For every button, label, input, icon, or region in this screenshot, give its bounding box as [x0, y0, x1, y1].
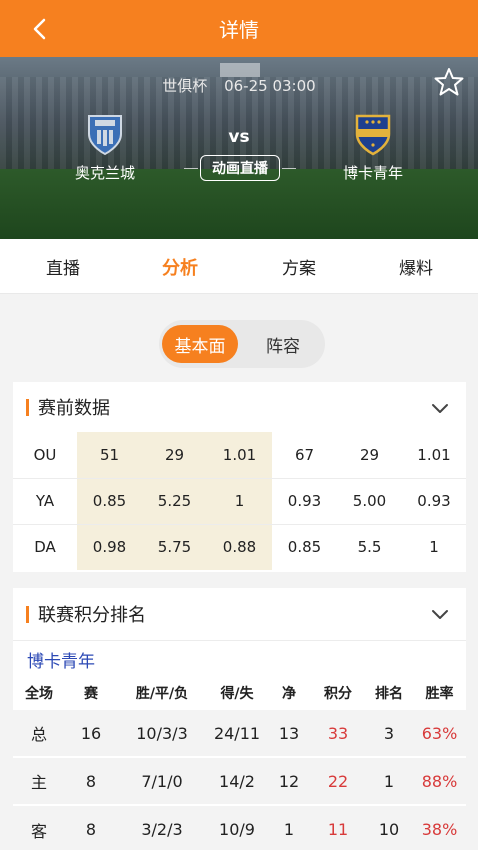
odds-cell: 0.93	[402, 477, 466, 524]
prematch-header[interactable]: 赛前数据	[13, 382, 466, 432]
odds-cell: 29	[359, 445, 380, 464]
odds-cell: 29	[142, 432, 207, 478]
section-accent-bar	[26, 605, 29, 623]
prematch-title: 赛前数据	[38, 398, 110, 419]
segment-lineup[interactable]: 阵容	[245, 325, 321, 363]
competition-name: 世俱杯	[162, 77, 208, 95]
segment-basics[interactable]: 基本面	[162, 325, 238, 363]
top-bar: 详情	[0, 0, 478, 57]
odds-cell: 1.01	[207, 432, 272, 478]
odds-cell: 1	[207, 477, 272, 524]
standings-cell: 3/2/3	[117, 804, 207, 850]
odds-cell: 5.00	[337, 477, 402, 524]
divider-right	[282, 168, 296, 169]
column-header: 得/失	[207, 678, 267, 709]
column-header: 排名	[365, 678, 413, 709]
odds-cell: 5.75	[142, 523, 207, 570]
odds-cell: 0.85	[77, 477, 142, 524]
back-icon[interactable]	[24, 14, 54, 44]
animated-live-button[interactable]: 动画直播	[200, 155, 280, 181]
odds-cell: 67	[294, 445, 315, 464]
away-team-logo-icon	[353, 112, 393, 156]
standings-cell: 13	[267, 708, 311, 757]
odds-cell: 51	[77, 432, 142, 478]
star-icon[interactable]	[434, 67, 464, 97]
odds-cell: 1	[402, 523, 466, 570]
section-accent-bar	[26, 398, 29, 416]
table-row: YA 0.85 5.25 1 0.93 5.00 0.93	[13, 477, 466, 524]
segmented-control: 基本面 阵容	[159, 320, 325, 368]
odds-cell: DA	[13, 523, 77, 570]
standings-team-name[interactable]: 博卡青年	[13, 640, 466, 678]
standings-cell: 63%	[413, 708, 466, 757]
home-team-name: 奥克兰城	[74, 164, 135, 182]
standings-cell: 8	[65, 756, 117, 805]
away-team-name: 博卡青年	[342, 164, 403, 182]
odds-cell: 5.25	[142, 477, 207, 524]
table-row: 总 16 10/3/3 24/11 13 33 3 63%	[13, 708, 466, 757]
standings-cell: 24/11	[207, 708, 267, 757]
chevron-down-icon[interactable]	[430, 398, 450, 418]
standings-cell: 总	[13, 708, 65, 757]
tab-plan[interactable]: 方案	[259, 239, 339, 294]
standings-cell: 10/3/3	[117, 708, 207, 757]
standings-cell: 14/2	[207, 756, 267, 805]
odds-cell: 0.88	[207, 523, 272, 570]
table-row: OU 51 29 1.01 67 29 1.01	[13, 432, 466, 478]
odds-cell: YA	[13, 477, 77, 524]
chevron-down-icon[interactable]	[430, 604, 450, 624]
standings-cell: 16	[65, 708, 117, 757]
standings-cell: 12	[267, 756, 311, 805]
odds-cell: OU	[33, 445, 57, 464]
standings-card: 联赛积分排名 博卡青年 全场 赛 胜/平/负 得/失 净 积分 排名 胜率 总 …	[13, 588, 466, 850]
odds-cell: 1.01	[417, 445, 451, 464]
standings-cell: 客	[13, 804, 65, 850]
standings-cell: 33	[311, 708, 365, 757]
standings-cell: 主	[13, 756, 65, 805]
standings-title: 联赛积分排名	[38, 605, 146, 626]
standings-cell: 1	[267, 804, 311, 850]
table-header-row: 全场 赛 胜/平/负 得/失 净 积分 排名 胜率	[13, 678, 466, 709]
column-header: 净	[267, 678, 311, 709]
page-title: 详情	[219, 18, 259, 42]
column-header: 胜/平/负	[117, 678, 207, 709]
standings-cell: 7/1/0	[117, 756, 207, 805]
table-row: DA 0.98 5.75 0.88 0.85 5.5 1	[13, 523, 466, 570]
odds-cell: 5.5	[337, 523, 402, 570]
standings-cell: 10/9	[207, 804, 267, 850]
column-header: 赛	[65, 678, 117, 709]
tab-bar: 直播 分析 方案 爆料	[0, 239, 478, 294]
odds-table: OU 51 29 1.01 67 29 1.01 YA 0.85 5.25 1 …	[13, 432, 466, 570]
tab-live[interactable]: 直播	[23, 239, 103, 294]
table-row: 客 8 3/2/3 10/9 1 11 10 38%	[13, 804, 466, 850]
standings-cell: 8	[65, 804, 117, 850]
match-info: 世俱杯 06-25 03:00	[0, 75, 478, 96]
standings-cell: 88%	[413, 756, 466, 805]
standings-header[interactable]: 联赛积分排名	[13, 588, 466, 640]
tab-tips[interactable]: 爆料	[376, 239, 456, 294]
standings-cell: 38%	[413, 804, 466, 850]
standings-cell: 10	[365, 804, 413, 850]
column-header: 积分	[311, 678, 365, 709]
tab-analysis[interactable]: 分析	[140, 239, 220, 294]
odds-cell: 0.98	[77, 523, 142, 570]
away-team[interactable]: 博卡青年	[318, 112, 428, 183]
table-row: 主 8 7/1/0 14/2 12 22 1 88%	[13, 756, 466, 805]
standings-cell: 11	[311, 804, 365, 850]
divider-left	[184, 168, 198, 169]
standings-cell: 1	[365, 756, 413, 805]
standings-cell: 22	[311, 756, 365, 805]
match-datetime: 06-25 03:00	[224, 77, 316, 95]
home-team[interactable]: 奥克兰城	[50, 112, 160, 183]
column-header: 胜率	[413, 678, 466, 709]
column-header: 全场	[13, 678, 65, 709]
odds-cell: 0.93	[272, 477, 337, 524]
prematch-data-card: 赛前数据 OU 51 29 1.01 67 29 1.01 YA 0.85 5.…	[13, 382, 466, 572]
standings-cell: 3	[365, 708, 413, 757]
match-banner: 世俱杯 06-25 03:00 奥克兰城 vs 动画直播 博卡青年	[0, 57, 478, 239]
standings-table: 全场 赛 胜/平/负 得/失 净 积分 排名 胜率 总 16 10/3/3 24…	[13, 678, 466, 850]
odds-cell: 0.85	[272, 523, 337, 570]
